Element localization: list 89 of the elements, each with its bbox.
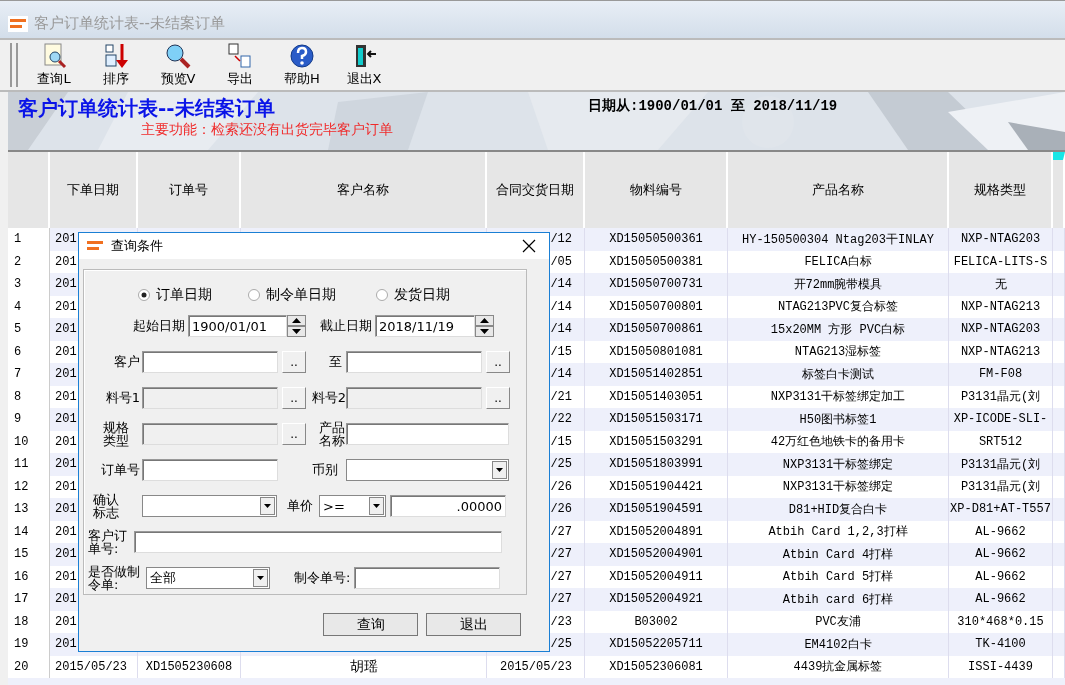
table-cell: AL-9662 xyxy=(949,543,1053,566)
table-cell: XD15052004901 xyxy=(585,543,728,566)
text-field[interactable] xyxy=(354,567,501,589)
table-cell: XD15052205711 xyxy=(585,633,728,656)
table-cell: 开72mm腕带模具 xyxy=(728,273,949,296)
table-cell: XD15050500361 xyxy=(585,228,728,251)
window-title: 客户订单统计表--未结案订单 xyxy=(34,14,225,33)
table-cell: XD15052004921 xyxy=(585,588,728,611)
table-cell: XD15050700731 xyxy=(585,273,728,296)
field-label: 产品名称 xyxy=(318,421,346,447)
radio-icon[interactable] xyxy=(248,289,260,301)
field-label: 币别 xyxy=(311,461,338,479)
toolbar-icon xyxy=(164,42,192,70)
date-field[interactable]: 1900/01/01 xyxy=(188,315,287,337)
table-cell: AL-9662 xyxy=(949,588,1053,611)
row-number: 7 xyxy=(8,363,50,386)
table-cell: XD15051803991 xyxy=(585,453,728,476)
spin-button[interactable] xyxy=(287,315,306,337)
spin-button[interactable] xyxy=(475,315,494,337)
row-number: 11 xyxy=(8,453,50,476)
field-label: 截止日期 xyxy=(319,317,372,335)
dialog-button[interactable]: 查询 xyxy=(323,613,418,636)
field-label: 是否做制令单: xyxy=(88,565,141,591)
row-number: 17 xyxy=(8,588,50,611)
toolbar-button[interactable]: 帮助H xyxy=(272,41,332,89)
table-cell: P3131晶元(刘 xyxy=(949,453,1053,476)
toolbar-icon xyxy=(226,42,254,70)
table-cell: 标签白卡测试 xyxy=(728,363,949,386)
close-icon[interactable] xyxy=(521,238,537,254)
field-label: 至 xyxy=(328,353,342,371)
row-number: 5 xyxy=(8,318,50,341)
table-cell: XP-D81+AT-T557 xyxy=(949,498,1053,521)
table-cell: XD15050700861 xyxy=(585,318,728,341)
table-cell: NXP-NTAG203 xyxy=(949,318,1053,341)
table-cell: H50图书标签1 xyxy=(728,408,949,431)
dialog-button[interactable]: 退出 xyxy=(426,613,521,636)
table-cell: TK-4100 xyxy=(949,633,1053,656)
text-field[interactable] xyxy=(142,459,278,481)
row-number: 1 xyxy=(8,228,50,251)
toolbar-icon xyxy=(102,42,130,70)
table-cell: HY-150500304 Ntag203干INLAY xyxy=(728,228,949,251)
field-label: 料号1 xyxy=(104,389,140,407)
price-field[interactable]: .00000 xyxy=(390,495,506,517)
table-cell: Atbih card 6打样 xyxy=(728,588,949,611)
radio-icon[interactable] xyxy=(376,289,388,301)
table-cell: NXP3131干标签绑定 xyxy=(728,453,949,476)
browse-button[interactable]: .. xyxy=(486,351,510,373)
table-cell: EM4102白卡 xyxy=(728,633,949,656)
radio-option[interactable]: 订单日期 xyxy=(138,286,212,304)
text-field[interactable] xyxy=(346,351,482,373)
report-title: 客户订单统计表--未结案订单 xyxy=(18,95,276,122)
toolbar-icon xyxy=(288,42,316,70)
field-label: 制令单号: xyxy=(292,569,351,587)
toolbar-button[interactable]: 排序 xyxy=(86,41,146,89)
field-label: 单价 xyxy=(286,497,313,515)
toolbar-button[interactable]: 预览V xyxy=(148,41,208,89)
app-logo-icon xyxy=(8,15,28,32)
field-label: 料号2 xyxy=(310,389,346,407)
toolbar-button[interactable]: 查询L xyxy=(24,41,84,89)
radio-option[interactable]: 制令单日期 xyxy=(248,286,336,304)
toolbar-grip[interactable] xyxy=(10,43,18,87)
row-number: 15 xyxy=(8,543,50,566)
table-cell: XD15051402851 xyxy=(585,363,728,386)
row-number: 3 xyxy=(8,273,50,296)
toolbar-button[interactable]: 导出 xyxy=(210,41,270,89)
row-number: 9 xyxy=(8,408,50,431)
text-field[interactable] xyxy=(142,351,278,373)
table-cell: 无 xyxy=(949,273,1053,296)
radio-icon[interactable] xyxy=(138,289,150,301)
operator-dropdown[interactable]: >= xyxy=(319,495,386,517)
table-cell: 15x20MM 方形 PVC白标 xyxy=(728,318,949,341)
table-cell: Atbin Card 4打样 xyxy=(728,543,949,566)
row-number: 13 xyxy=(8,498,50,521)
table-cell: NXP-NTAG203 xyxy=(949,228,1053,251)
report-subtitle: 主要功能：检索还没有出货完毕客户订单 xyxy=(141,121,394,139)
table-cell: XP-ICODE-SLI- xyxy=(949,408,1053,431)
row-number: 19 xyxy=(8,633,50,656)
text-field[interactable] xyxy=(134,531,503,553)
table-cell: D81+HID复合白卡 xyxy=(728,498,949,521)
text-field[interactable] xyxy=(346,423,509,445)
date-range: 日期从:1900/01/01 至 2018/11/19 xyxy=(588,97,838,115)
table-cell: XD15051503171 xyxy=(585,408,728,431)
table-cell: FM-F08 xyxy=(949,363,1053,386)
radio-option[interactable]: 发货日期 xyxy=(376,286,450,304)
browse-button[interactable]: .. xyxy=(282,351,306,373)
date-field[interactable]: 2018/11/19 xyxy=(375,315,475,337)
table-cell: XD15051904591 xyxy=(585,498,728,521)
work-order-dropdown[interactable]: 全部 xyxy=(146,567,271,589)
toolbar-button[interactable]: 退出X xyxy=(334,41,394,89)
